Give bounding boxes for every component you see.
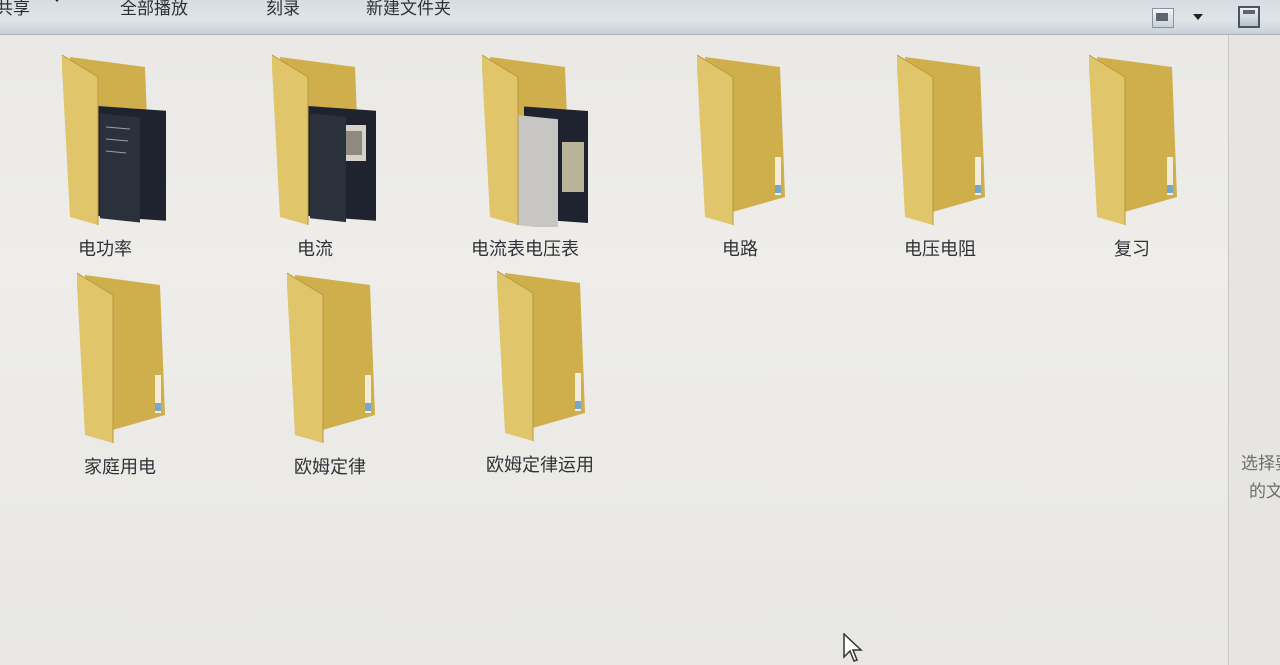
folder-empty-icon	[286, 272, 375, 443]
explorer-window: 共享 全部播放 刻录 新建文件夹 电功率 电流 电流表电压表 电路 电压电阻 复…	[0, 0, 1280, 665]
mouse-cursor-icon	[843, 633, 863, 662]
folder-name: 家庭用电	[84, 457, 156, 478]
folder-name: 电流表电压表	[471, 239, 579, 260]
folder-empty-icon	[896, 54, 985, 225]
change-view-icon[interactable]	[1152, 8, 1174, 28]
preview-hint-text: 选择要	[1241, 454, 1280, 474]
preview-pane: 选择要 的文	[1228, 35, 1280, 665]
preview-pane-toggle-icon[interactable]	[1238, 6, 1260, 28]
preview-hint-text: 的文	[1249, 482, 1280, 502]
play-all-button[interactable]: 全部播放	[120, 0, 188, 19]
file-list: 电功率 电流 电流表电压表 电路 电压电阻 复习 家庭用电 欧姆定律 欧姆定律运…	[0, 35, 1228, 665]
folder-name: 欧姆定律运用	[486, 455, 594, 476]
folder-name: 电功率	[78, 239, 132, 260]
folder-item[interactable]: 欧姆定律运用	[455, 263, 625, 476]
folder-name: 复习	[1114, 239, 1150, 260]
share-menu-button[interactable]: 共享	[0, 0, 30, 19]
folder-item[interactable]: 电压电阻	[855, 47, 1025, 260]
chevron-down-icon[interactable]	[52, 0, 62, 2]
folder-empty-icon	[1088, 54, 1177, 225]
folder-name: 欧姆定律	[294, 457, 366, 478]
view-options-chevron-icon[interactable]	[1193, 14, 1203, 20]
folder-empty-icon	[696, 54, 785, 225]
folder-item[interactable]: 电路	[655, 47, 825, 260]
folder-name: 电压电阻	[904, 239, 976, 260]
command-bar: 共享 全部播放 刻录 新建文件夹	[0, 0, 1280, 35]
new-folder-button[interactable]: 新建文件夹	[366, 0, 451, 19]
folder-empty-icon	[496, 270, 585, 441]
burn-button[interactable]: 刻录	[266, 0, 300, 19]
folder-item[interactable]: 复习	[1047, 47, 1217, 260]
folder-name: 电路	[722, 239, 758, 260]
folder-with-documents-icon	[481, 54, 588, 227]
folder-with-documents-icon	[61, 54, 166, 225]
folder-item[interactable]: 电流	[230, 47, 400, 260]
folder-with-documents-icon	[271, 54, 376, 225]
folder-item[interactable]: 电功率	[20, 47, 190, 260]
folder-empty-icon	[76, 272, 165, 443]
folder-item[interactable]: 欧姆定律	[245, 265, 415, 478]
folder-item[interactable]: 家庭用电	[35, 265, 205, 478]
folder-item[interactable]: 电流表电压表	[440, 47, 610, 260]
folder-name: 电流	[297, 239, 333, 260]
